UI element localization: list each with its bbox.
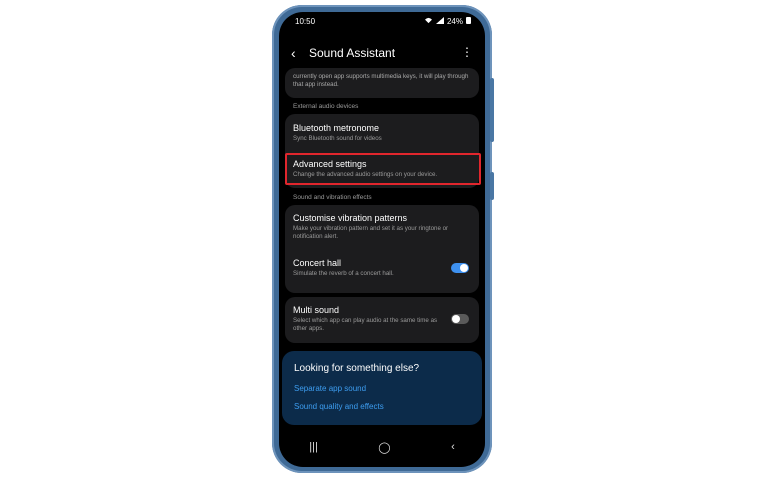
multi-sound-toggle[interactable]: [451, 314, 469, 324]
help-heading: Looking for something else?: [294, 363, 420, 374]
item-subtitle: Simulate the reverb of a concert hall.: [293, 270, 394, 277]
item-subtitle: Make your vibration pattern and set it a…: [293, 225, 449, 240]
sound-effects-card: Customise vibration patterns Make your v…: [285, 205, 479, 293]
highlight-box: [285, 153, 481, 185]
page-title: Sound Assistant: [309, 46, 396, 60]
battery-icon: [466, 16, 471, 26]
status-time: 10:50: [295, 17, 316, 26]
item-title: Concert hall: [293, 258, 342, 268]
app-header: ‹ Sound Assistant ⋮: [279, 42, 485, 64]
separate-app-sound-link[interactable]: Separate app sound: [294, 384, 366, 393]
recent-apps-icon[interactable]: |||: [309, 441, 318, 453]
section-external-audio: External audio devices: [293, 103, 359, 110]
item-title: Bluetooth metronome: [293, 123, 380, 133]
multi-sound-item[interactable]: Multi sound Select which app can play au…: [293, 305, 443, 333]
phone-screen: 10:50 24% ‹ Sound Assistant ⋮ currently …: [279, 12, 485, 467]
back-arrow-icon[interactable]: ‹: [291, 45, 296, 61]
battery-text: 24%: [446, 16, 463, 26]
item-title: Customise vibration patterns: [293, 213, 408, 223]
sound-quality-link[interactable]: Sound quality and effects: [294, 402, 384, 411]
help-card: Looking for something else? Separate app…: [282, 351, 482, 425]
item-title: Multi sound: [293, 305, 340, 315]
more-options-icon[interactable]: ⋮: [461, 45, 473, 59]
multi-sound-card: Multi sound Select which app can play au…: [285, 297, 479, 343]
status-bar: 10:50 24%: [279, 12, 485, 30]
concert-hall-toggle[interactable]: [451, 263, 469, 273]
home-icon[interactable]: ◯: [378, 441, 390, 454]
volume-button: [490, 78, 494, 142]
bluetooth-metronome-item[interactable]: Bluetooth metronome Sync Bluetooth sound…: [293, 123, 473, 143]
media-keys-description: currently open app supports multimedia k…: [293, 73, 469, 89]
item-subtitle: Sync Bluetooth sound for videos: [293, 135, 382, 142]
vibration-patterns-item[interactable]: Customise vibration patterns Make your v…: [293, 213, 473, 241]
signal-icon: [435, 16, 444, 26]
navigation-bar: ||| ◯ ‹: [279, 437, 485, 457]
wifi-icon: [424, 17, 433, 26]
item-subtitle: Select which app can play audio at the s…: [293, 317, 438, 332]
back-icon[interactable]: ‹: [451, 441, 455, 453]
power-button: [490, 172, 494, 200]
section-sound-vibration: Sound and vibration effects: [293, 194, 372, 201]
concert-hall-item[interactable]: Concert hall Simulate the reverb of a co…: [293, 258, 443, 278]
